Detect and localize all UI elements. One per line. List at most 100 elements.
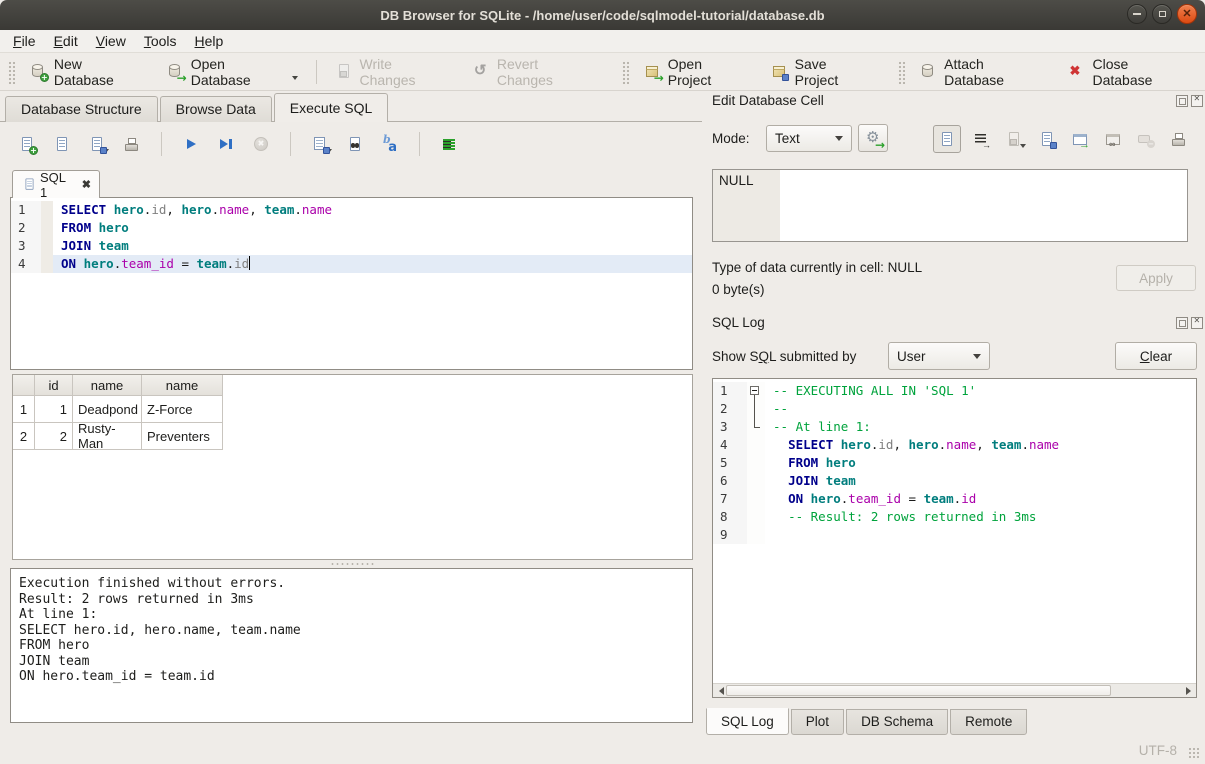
stop-execution-button[interactable] bbox=[248, 131, 274, 157]
save-cell-data-button[interactable] bbox=[1001, 126, 1027, 152]
sql-editor[interactable]: 1SELECT hero.id, hero.name, team.name2FR… bbox=[10, 197, 693, 370]
maximize-button[interactable] bbox=[1152, 4, 1172, 24]
text-mode-toggle[interactable] bbox=[933, 125, 961, 153]
log-filter-select[interactable]: User bbox=[888, 342, 990, 370]
scrollbar-thumb[interactable] bbox=[726, 685, 1111, 696]
toolbar-grip[interactable] bbox=[621, 60, 629, 84]
fold-margin bbox=[41, 255, 53, 273]
tab-execute-sql[interactable]: Execute SQL bbox=[274, 93, 389, 122]
table-cell[interactable]: Deadpond bbox=[73, 396, 142, 423]
new-database-button[interactable]: + New Database bbox=[18, 57, 155, 87]
word-wrap-button[interactable] bbox=[436, 131, 462, 157]
column-header-name[interactable]: name bbox=[142, 375, 223, 396]
open-in-external-app-button[interactable] bbox=[1100, 126, 1126, 152]
row-header[interactable]: 1 bbox=[13, 396, 35, 423]
write-changes-button[interactable]: Write Changes bbox=[324, 57, 461, 87]
bottom-tab-plot[interactable]: Plot bbox=[791, 709, 844, 735]
fold-margin bbox=[747, 436, 765, 454]
export-cell-data-button[interactable] bbox=[1067, 126, 1093, 152]
format-sql-icon bbox=[381, 136, 399, 153]
save-project-button[interactable]: Save Project bbox=[759, 57, 884, 87]
code-text: -- bbox=[765, 400, 1196, 418]
print-button[interactable] bbox=[119, 131, 145, 157]
toolbar-grip[interactable] bbox=[897, 60, 905, 84]
close-dock-icon[interactable] bbox=[1191, 317, 1203, 329]
horizontal-scrollbar[interactable] bbox=[713, 683, 1196, 697]
minimize-icon bbox=[1133, 13, 1141, 15]
table-cell[interactable]: Preventers bbox=[142, 423, 223, 450]
format-sql-button[interactable] bbox=[377, 131, 403, 157]
revert-changes-button[interactable]: Revert Changes bbox=[461, 57, 607, 87]
menu-file[interactable]: File bbox=[4, 31, 45, 51]
execute-current-line-button[interactable] bbox=[213, 131, 239, 157]
print-icon bbox=[123, 136, 141, 153]
attach-database-button[interactable]: Attach Database bbox=[908, 57, 1056, 87]
mode-select[interactable]: Text bbox=[766, 125, 852, 152]
open-database-button[interactable]: → Open Database bbox=[155, 57, 309, 87]
scroll-left-icon[interactable] bbox=[713, 684, 725, 697]
resize-grip[interactable] bbox=[1188, 747, 1200, 759]
text-cursor bbox=[249, 256, 250, 270]
close-button[interactable]: ✕ bbox=[1177, 4, 1197, 24]
table-row: 22Rusty-ManPreventers bbox=[13, 423, 692, 450]
code-text: ON hero.team_id = team.id bbox=[53, 255, 692, 273]
open-sql-tab-button[interactable]: + bbox=[14, 131, 40, 157]
menu-edit[interactable]: Edit bbox=[45, 31, 87, 51]
import-cell-data-button[interactable] bbox=[1034, 126, 1060, 152]
sql-log-view[interactable]: 1-- EXECUTING ALL IN 'SQL 1'2--3-- At li… bbox=[712, 378, 1197, 698]
menu-help[interactable]: Help bbox=[186, 31, 233, 51]
find-replace-button[interactable] bbox=[342, 131, 368, 157]
open-in-external-app-icon bbox=[1104, 131, 1122, 148]
save-sql-file-button[interactable] bbox=[84, 131, 110, 157]
close-dock-icon[interactable] bbox=[1191, 95, 1203, 107]
scroll-right-icon[interactable] bbox=[1184, 684, 1196, 697]
execute-all-button[interactable] bbox=[178, 131, 204, 157]
float-dock-icon[interactable] bbox=[1176, 317, 1188, 329]
table-cell[interactable]: Rusty-Man bbox=[73, 423, 142, 450]
splitter-handle[interactable] bbox=[330, 562, 376, 566]
tab-sql-1[interactable]: SQL 1 ✖ bbox=[12, 170, 100, 198]
table-cell[interactable]: Z-Force bbox=[142, 396, 223, 423]
clear-log-button[interactable]: Clear bbox=[1115, 342, 1197, 370]
tab-database-structure[interactable]: Database Structure bbox=[5, 96, 158, 122]
print-cell-button[interactable] bbox=[1166, 126, 1192, 152]
open-project-button[interactable]: → Open Project bbox=[632, 57, 759, 87]
menu-view[interactable]: View bbox=[87, 31, 135, 51]
bottom-tab-remote[interactable]: Remote bbox=[950, 709, 1027, 735]
gear-icon: → bbox=[864, 130, 882, 147]
apply-button[interactable]: Apply bbox=[1116, 265, 1196, 291]
code-text: -- EXECUTING ALL IN 'SQL 1' bbox=[765, 382, 1196, 400]
table-cell[interactable]: 2 bbox=[35, 423, 73, 450]
column-header-id[interactable]: id bbox=[35, 375, 73, 396]
column-header-name[interactable]: name bbox=[73, 375, 142, 396]
fold-margin bbox=[747, 454, 765, 472]
save-results-button[interactable] bbox=[307, 131, 333, 157]
set-null-icon bbox=[1137, 131, 1155, 148]
float-dock-icon[interactable] bbox=[1176, 95, 1188, 107]
toolbar-grip[interactable] bbox=[7, 60, 15, 84]
write-changes-icon bbox=[335, 63, 353, 80]
bottom-tab-db-schema[interactable]: DB Schema bbox=[846, 709, 948, 735]
close-database-button[interactable]: Close Database bbox=[1056, 57, 1201, 87]
word-wrap-toggle[interactable] bbox=[968, 126, 994, 152]
tab-browse-data[interactable]: Browse Data bbox=[160, 96, 272, 122]
sql-toolbar: + bbox=[14, 131, 462, 157]
row-header[interactable]: 2 bbox=[13, 423, 35, 450]
table-cell[interactable]: 1 bbox=[35, 396, 73, 423]
line-number: 8 bbox=[713, 508, 747, 526]
menu-tools[interactable]: Tools bbox=[135, 31, 186, 51]
fold-minus-icon[interactable] bbox=[747, 382, 765, 400]
results-table[interactable]: idnamename11DeadpondZ-Force22Rusty-ManPr… bbox=[12, 374, 693, 560]
line-number: 2 bbox=[11, 219, 41, 237]
open-sql-file-button[interactable] bbox=[49, 131, 75, 157]
grid-corner[interactable] bbox=[13, 375, 35, 396]
toolbar-separator bbox=[419, 132, 420, 156]
fold-corner-icon bbox=[747, 418, 765, 436]
set-null-button[interactable] bbox=[1133, 126, 1159, 152]
bottom-tab-sql-log[interactable]: SQL Log bbox=[706, 708, 789, 735]
cell-value-editor[interactable]: NULL bbox=[712, 169, 1188, 242]
minimize-button[interactable] bbox=[1127, 4, 1147, 24]
execution-output[interactable]: Execution finished without errors. Resul… bbox=[10, 568, 693, 723]
auto-switch-mode-button[interactable]: → bbox=[858, 124, 888, 152]
close-tab-icon[interactable]: ✖ bbox=[82, 178, 91, 191]
